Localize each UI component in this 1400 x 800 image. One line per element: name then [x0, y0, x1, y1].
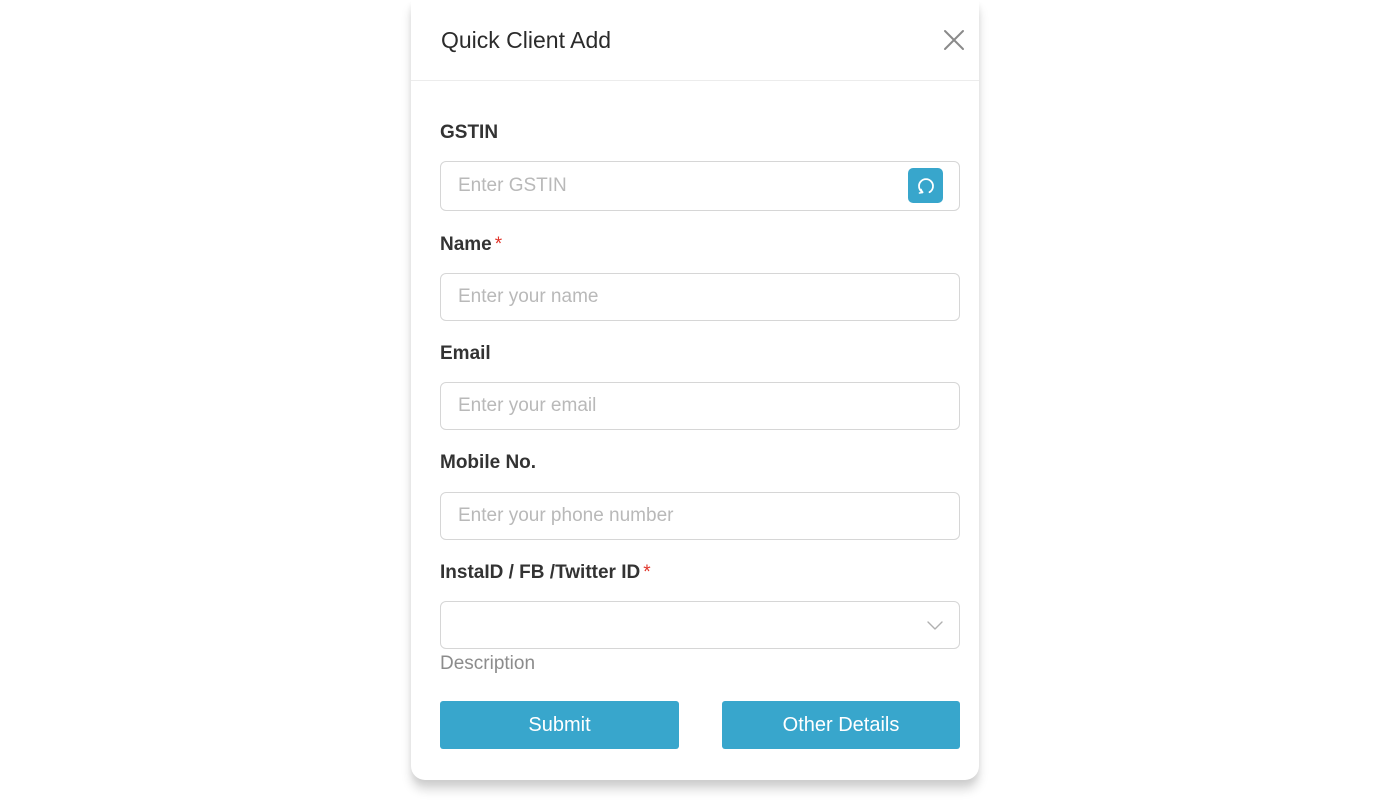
mobile-label: Mobile No. [440, 452, 537, 473]
required-mark: * [643, 562, 651, 583]
refresh-icon [917, 177, 934, 194]
social-id-select[interactable] [440, 601, 960, 649]
gstin-input[interactable] [440, 161, 960, 211]
gstin-fetch-button[interactable] [908, 168, 943, 203]
gstin-field-group [440, 161, 960, 211]
close-icon [944, 30, 964, 50]
other-details-button[interactable]: Other Details [722, 701, 960, 749]
modal-header: Quick Client Add [411, 0, 979, 81]
gstin-label: GSTIN [440, 122, 499, 143]
email-label: Email [440, 343, 491, 364]
email-input[interactable] [440, 382, 960, 430]
quick-client-add-modal: Quick Client Add GSTIN Name* [411, 0, 979, 780]
close-button[interactable] [943, 29, 965, 51]
chevron-down-icon [927, 621, 943, 630]
modal-title: Quick Client Add [441, 27, 612, 53]
mobile-input[interactable] [440, 492, 960, 540]
description-label: Description [440, 653, 536, 674]
submit-button[interactable]: Submit [440, 701, 679, 749]
social-id-label: InstaID / FB /Twitter ID * [440, 562, 651, 583]
required-mark: * [494, 234, 503, 255]
name-input[interactable] [440, 273, 960, 321]
name-label: Name * [440, 234, 503, 255]
